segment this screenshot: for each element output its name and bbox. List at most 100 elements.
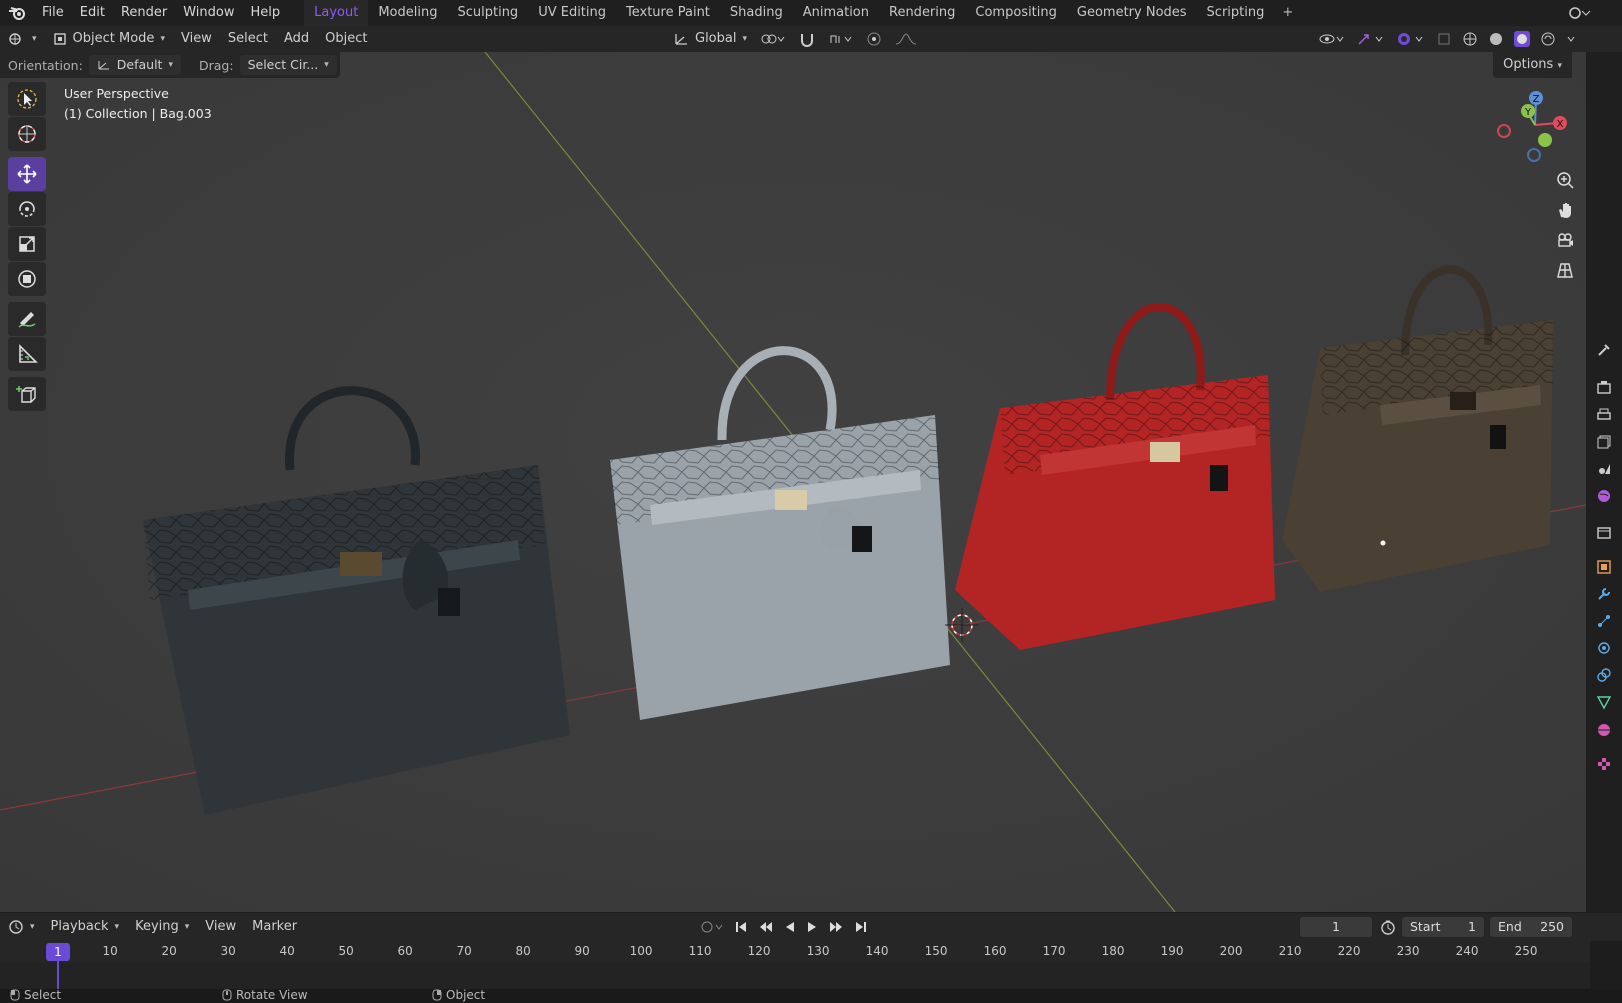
constraints-properties-tab[interactable] xyxy=(1594,665,1614,685)
output-properties-tab[interactable] xyxy=(1594,405,1614,425)
tab-rendering[interactable]: Rendering xyxy=(879,0,965,26)
menu-object[interactable]: Object xyxy=(317,27,375,51)
add-workspace-plus-icon[interactable]: + xyxy=(1274,0,1301,26)
transform-orientation-dropdown[interactable]: Global ▾ xyxy=(665,27,755,51)
scene-properties-tab[interactable] xyxy=(1594,459,1614,479)
play-icon[interactable] xyxy=(806,920,818,934)
drag-value: Select Cir... xyxy=(247,57,319,72)
menu-file[interactable]: File xyxy=(34,0,72,26)
tab-shading[interactable]: Shading xyxy=(720,0,793,26)
timeline-view-menu[interactable]: View xyxy=(197,915,244,939)
end-frame-field[interactable]: End 250 xyxy=(1490,917,1572,937)
zoom-button[interactable] xyxy=(1550,166,1580,194)
menu-render[interactable]: Render xyxy=(113,0,175,26)
tab-modeling[interactable]: Modeling xyxy=(368,0,447,26)
drag-dropdown[interactable]: Select Cir... ▾ xyxy=(239,55,337,75)
physics-properties-tab[interactable] xyxy=(1594,638,1614,658)
wireframe-shading-icon[interactable] xyxy=(1462,31,1478,47)
menu-select[interactable]: Select xyxy=(220,27,276,51)
menu-edit[interactable]: Edit xyxy=(72,0,113,26)
navigation-gizmo[interactable]: Z Y X xyxy=(1490,85,1570,165)
preview-range-clock-icon[interactable] xyxy=(1380,919,1396,939)
falloff-curve-icon[interactable] xyxy=(894,31,920,47)
tab-animation[interactable]: Animation xyxy=(793,0,879,26)
ruler-tick-label: 190 xyxy=(1160,944,1184,958)
object-properties-tab[interactable] xyxy=(1594,557,1614,577)
solid-shading-icon[interactable] xyxy=(1488,31,1504,47)
texture-properties-tab[interactable] xyxy=(1594,754,1614,774)
tab-texture-paint[interactable]: Texture Paint xyxy=(616,0,720,26)
physics-orbit-icon xyxy=(1598,642,1610,654)
timeline-editor-type-dropdown[interactable]: ▾ xyxy=(0,915,43,939)
xray-toggle-icon[interactable] xyxy=(1436,31,1452,47)
camera-view-button[interactable] xyxy=(1550,226,1580,254)
scale-tool[interactable] xyxy=(8,227,46,261)
camera-icon xyxy=(1558,233,1573,247)
blender-logo-icon[interactable] xyxy=(0,0,34,26)
marker-menu[interactable]: Marker xyxy=(244,915,305,939)
snap-target-icon[interactable] xyxy=(828,31,854,47)
snap-magnet-icon[interactable] xyxy=(798,31,816,47)
cursor-tool[interactable] xyxy=(8,117,46,151)
jump-to-start-icon[interactable] xyxy=(734,920,748,934)
modifier-properties-tab[interactable] xyxy=(1594,584,1614,604)
current-frame-field[interactable]: 1 xyxy=(1300,917,1372,937)
ruler-tick-label: 50 xyxy=(338,944,354,958)
tab-layout[interactable]: Layout xyxy=(304,0,369,26)
perspective-toggle-button[interactable] xyxy=(1550,256,1580,284)
proportional-editing-icon[interactable] xyxy=(866,31,882,47)
tab-compositing[interactable]: Compositing xyxy=(965,0,1067,26)
material-properties-tab[interactable] xyxy=(1594,720,1614,740)
mode-dropdown[interactable]: Object Mode ▾ xyxy=(45,27,173,51)
tab-uv-editing[interactable]: UV Editing xyxy=(528,0,616,26)
jump-to-end-icon[interactable] xyxy=(854,920,868,934)
tab-geometry-nodes[interactable]: Geometry Nodes xyxy=(1067,0,1197,26)
shading-options-chevron-icon[interactable] xyxy=(1566,31,1576,47)
gizmo-toggle-icon[interactable] xyxy=(1356,31,1386,47)
keyframe-track[interactable] xyxy=(0,963,1590,989)
collection-properties-tab[interactable] xyxy=(1594,522,1614,542)
options-dropdown[interactable]: Options ▾ xyxy=(1493,52,1572,78)
data-properties-tab[interactable] xyxy=(1594,692,1614,712)
jump-to-keyframe-prev-icon[interactable] xyxy=(758,920,774,934)
visibility-eye-icon[interactable] xyxy=(1318,31,1346,47)
rendered-shading-icon[interactable] xyxy=(1540,31,1556,47)
render-properties-tab[interactable] xyxy=(1594,377,1614,397)
pan-button[interactable] xyxy=(1550,196,1580,224)
frame-ruler[interactable]: 10 20 30 40 50 60 70 80 90 100 110 120 130 140 150 160 1… xyxy=(0,941,1590,963)
annotate-tool[interactable] xyxy=(8,302,46,336)
select-box-tool[interactable] xyxy=(8,82,46,116)
add-cube-tool[interactable] xyxy=(8,377,46,411)
transform-tool[interactable] xyxy=(8,262,46,296)
play-reverse-icon[interactable] xyxy=(784,920,796,934)
particles-properties-tab[interactable] xyxy=(1594,611,1614,631)
pivot-icon[interactable] xyxy=(760,31,786,47)
start-frame-field[interactable]: Start 1 xyxy=(1402,917,1484,937)
move-tool[interactable] xyxy=(8,157,46,191)
scene-selector-icon[interactable] xyxy=(1568,5,1592,25)
jump-to-keyframe-next-icon[interactable] xyxy=(828,920,844,934)
menu-help[interactable]: Help xyxy=(243,0,289,26)
keying-menu[interactable]: Keying ▾ xyxy=(127,915,197,939)
tab-sculpting[interactable]: Sculpting xyxy=(447,0,528,26)
world-properties-tab[interactable] xyxy=(1594,486,1614,506)
view-layer-properties-tab[interactable] xyxy=(1594,432,1614,452)
timeline-area[interactable]: 10 20 30 40 50 60 70 80 90 100 110 120 130 140 150 160 1… xyxy=(0,941,1622,989)
editor-type-dropdown[interactable]: ▾ xyxy=(0,27,45,51)
playhead-line[interactable] xyxy=(57,961,59,989)
rotate-tool[interactable] xyxy=(8,192,46,226)
orientation-dropdown[interactable]: Default ▾ xyxy=(88,55,181,75)
tool-properties-tab[interactable] xyxy=(1594,340,1614,360)
material-shading-icon[interactable] xyxy=(1514,31,1530,47)
playback-menu[interactable]: Playback ▾ xyxy=(43,915,128,939)
menu-view[interactable]: View xyxy=(173,27,220,51)
playhead-frame-indicator[interactable]: 1 xyxy=(46,943,70,961)
tab-scripting[interactable]: Scripting xyxy=(1197,0,1275,26)
overlays-icon[interactable] xyxy=(1396,31,1426,47)
measure-tool[interactable] xyxy=(8,337,46,371)
3d-viewport[interactable]: User Perspective (1) Collection | Bag.00… xyxy=(0,52,1586,912)
axis-icon xyxy=(98,61,109,70)
menu-add[interactable]: Add xyxy=(276,27,317,51)
record-keyframe-icon[interactable] xyxy=(700,919,724,935)
menu-window[interactable]: Window xyxy=(175,0,242,26)
